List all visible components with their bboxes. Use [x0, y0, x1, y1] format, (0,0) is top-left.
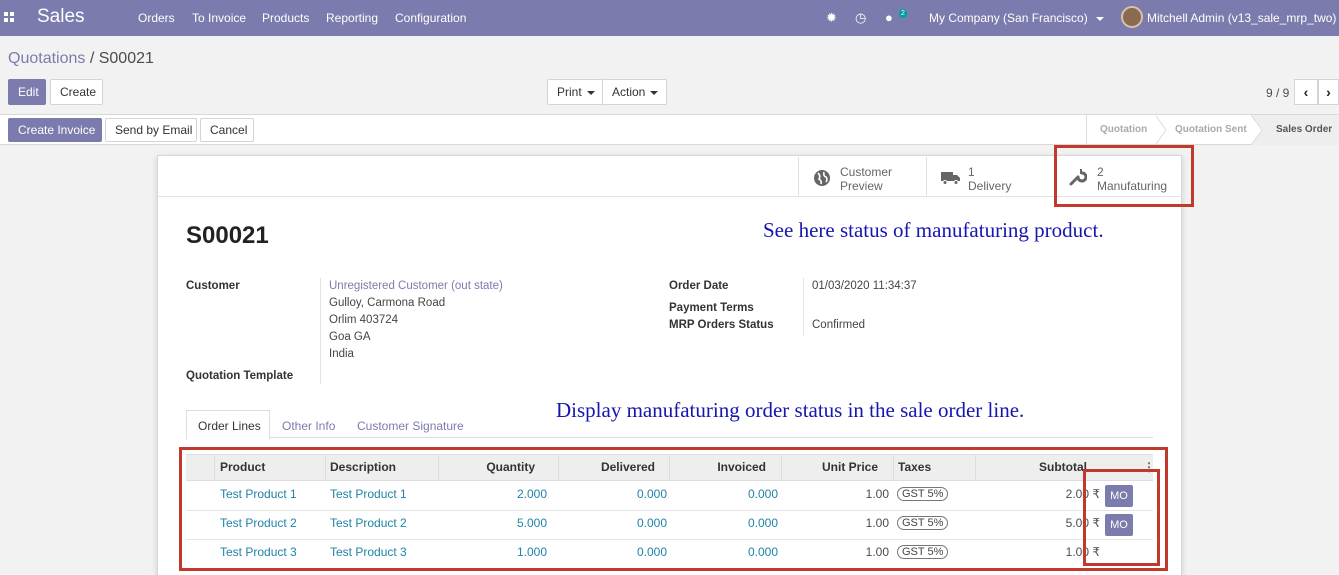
customer-label: Customer [186, 280, 240, 292]
stage-arrow-icon [1251, 115, 1263, 145]
create-button[interactable]: Create [50, 79, 103, 105]
mrp-status-label: MRP Orders Status [669, 319, 774, 331]
menu-to-invoice[interactable]: To Invoice [192, 11, 246, 25]
company-name: My Company (San Francisco) [929, 11, 1088, 25]
chevron-down-icon [1096, 16, 1105, 21]
send-by-email-button[interactable]: Send by Email [105, 118, 197, 142]
address-line: Orlim 403724 [329, 314, 399, 326]
bug-icon[interactable]: ✹ [826, 10, 837, 26]
pager-value[interactable]: 9 / 9 [1266, 86, 1289, 100]
print-label: Print [557, 85, 582, 99]
action-button[interactable]: Action [602, 79, 667, 105]
delivery-button[interactable]: 1 Delivery [926, 157, 1054, 197]
payment-terms-label: Payment Terms [669, 302, 754, 314]
tab-order-lines[interactable]: Order Lines [198, 419, 261, 433]
company-switcher[interactable]: My Company (San Francisco) [929, 11, 1105, 25]
chat-icon[interactable]: ● [885, 10, 893, 25]
pager-next-icon[interactable]: › [1318, 79, 1339, 105]
avatar[interactable] [1121, 6, 1143, 28]
truck-icon [941, 172, 960, 185]
app-name[interactable]: Sales [37, 6, 85, 28]
user-menu[interactable]: Mitchell Admin (v13_sale_mrp_two) [1147, 11, 1336, 25]
address-line: India [329, 348, 354, 360]
pager-previous-icon[interactable]: ‹ [1294, 79, 1318, 105]
activity-clock-icon[interactable]: ◷ [855, 10, 866, 26]
delivery-label: Delivery [968, 179, 1012, 193]
order-date-field[interactable]: 01/03/2020 11:34:37 [812, 280, 917, 292]
breadcrumb-current: S00021 [98, 50, 154, 67]
create-invoice-button[interactable]: Create Invoice [8, 118, 102, 142]
mrp-status-field: Confirmed [812, 319, 866, 331]
breadcrumb-separator: / [85, 50, 99, 67]
menu-reporting[interactable]: Reporting [326, 11, 378, 25]
menu-configuration[interactable]: Configuration [395, 11, 466, 25]
customer-field[interactable]: Unregistered Customer (out state) [329, 280, 503, 292]
stage-quotation[interactable]: Quotation [1100, 124, 1147, 135]
divider [1086, 115, 1087, 145]
chat-count-badge: 2 [899, 9, 907, 18]
menu-products[interactable]: Products [262, 11, 309, 25]
stage-quotation-sent[interactable]: Quotation Sent [1175, 124, 1247, 135]
order-date-label: Order Date [669, 280, 729, 292]
top-navbar: Sales Orders To Invoice Products Reporti… [0, 0, 1339, 36]
cancel-button[interactable]: Cancel [200, 118, 254, 142]
quotation-template-label: Quotation Template [186, 370, 294, 382]
stage-sales-order[interactable]: Sales Order [1276, 124, 1332, 135]
globe-icon [814, 170, 830, 186]
apps-menu-icon[interactable] [4, 12, 18, 24]
divider [803, 278, 804, 336]
customer-preview-button[interactable]: Customer Preview [798, 157, 926, 197]
chevron-down-icon [650, 90, 659, 95]
edit-button[interactable]: Edit [8, 79, 46, 105]
address-line: Gulloy, Carmona Road [329, 297, 446, 309]
highlight-box-order-lines [179, 447, 1168, 571]
delivery-count: 1 [968, 165, 975, 179]
action-label: Action [612, 85, 646, 99]
divider [320, 278, 321, 384]
breadcrumb: Quotations / S00021 [8, 50, 154, 68]
print-button[interactable]: Print [547, 79, 603, 105]
tab-other-info[interactable]: Other Info [282, 419, 335, 433]
customer-preview-line1: Customer [840, 165, 893, 179]
highlight-box-manufacturing [1054, 145, 1194, 207]
chevron-down-icon [586, 90, 595, 95]
highlight-box-mo-buttons [1083, 469, 1160, 566]
customer-preview-line2: Preview [840, 179, 883, 193]
menu-orders[interactable]: Orders [138, 11, 175, 25]
tab-customer-signature[interactable]: Customer Signature [357, 419, 464, 433]
breadcrumb-quotations[interactable]: Quotations [8, 50, 85, 67]
stage-arrow-icon [1155, 116, 1167, 144]
address-line: Goa GA [329, 331, 371, 343]
page-title: S00021 [186, 222, 269, 249]
annotation-manufacturing-status: See here status of manufaturing product. [763, 218, 1104, 242]
